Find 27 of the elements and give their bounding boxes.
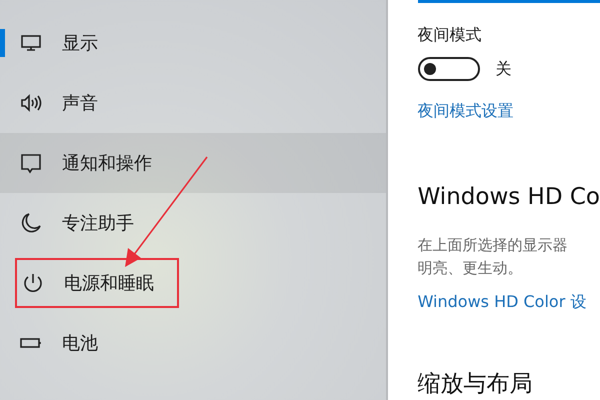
item-label: 声音 <box>62 92 98 115</box>
monitor-icon <box>20 32 42 54</box>
hd-color-settings-link[interactable]: Windows HD Color 设 <box>418 292 600 313</box>
item-label: 电源和睡眠 <box>64 272 154 295</box>
item-label: 电池 <box>62 332 98 355</box>
toggle-state-label: 关 <box>496 58 512 80</box>
sidebar-item[interactable]: 显示 <box>0 13 386 73</box>
message-icon <box>20 152 42 174</box>
selection-indicator <box>0 29 5 57</box>
item-label: 通知和操作 <box>62 152 152 175</box>
item-label: 专注助手 <box>62 212 134 235</box>
speaker-icon <box>20 92 42 114</box>
section-heading: 缩放与布局 <box>418 370 534 399</box>
description-text: 在上面所选择的显示器 <box>418 235 569 256</box>
night-mode-settings-link[interactable]: 夜间模式设置 <box>418 101 600 122</box>
sidebar-item[interactable]: 电池 <box>0 313 386 373</box>
moon-icon <box>20 212 42 234</box>
description-text: 明亮、更生动。 <box>418 258 524 279</box>
sidebar-item[interactable]: 电源和睡眠 <box>0 253 386 313</box>
night-mode-toggle[interactable] <box>418 57 480 81</box>
night-mode-title: 夜间模式 <box>418 25 483 46</box>
item-label: 显示 <box>62 32 98 55</box>
power-icon <box>22 272 44 294</box>
sidebar-item[interactable]: 通知和操作 <box>0 133 386 193</box>
section-heading: Windows HD Co <box>418 184 600 210</box>
sidebar-item[interactable]: 声音 <box>0 73 386 133</box>
sidebar-item[interactable]: 专注助手 <box>0 193 386 253</box>
